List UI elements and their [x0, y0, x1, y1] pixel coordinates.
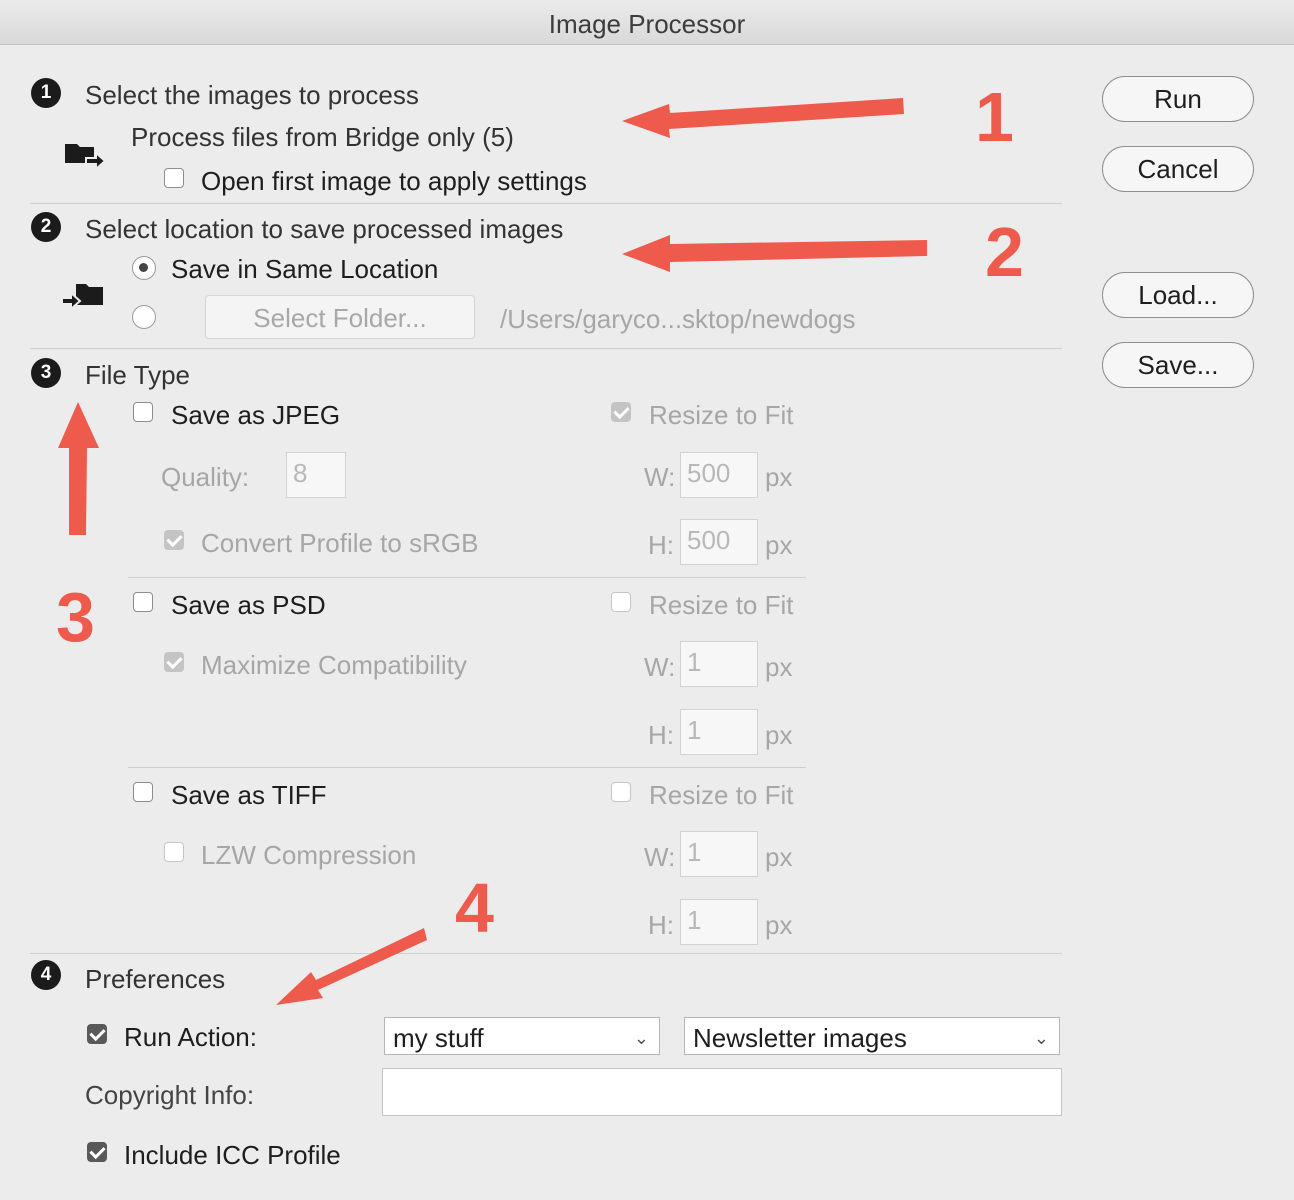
image-processor-dialog: Image Processor Run Cancel Load... Save.…	[0, 0, 1294, 1200]
annotation-label-2: 2	[985, 213, 1024, 291]
annotation-arrows	[58, 98, 927, 1005]
annotation-label-3: 3	[56, 578, 95, 656]
annotation-label-1: 1	[975, 78, 1014, 156]
annotation-arrow-3	[58, 402, 99, 535]
annotation-arrow-4	[276, 928, 427, 1005]
annotation-label-4: 4	[455, 869, 494, 947]
annotation-arrow-2	[622, 235, 927, 272]
annotation-arrow-1	[622, 98, 904, 138]
